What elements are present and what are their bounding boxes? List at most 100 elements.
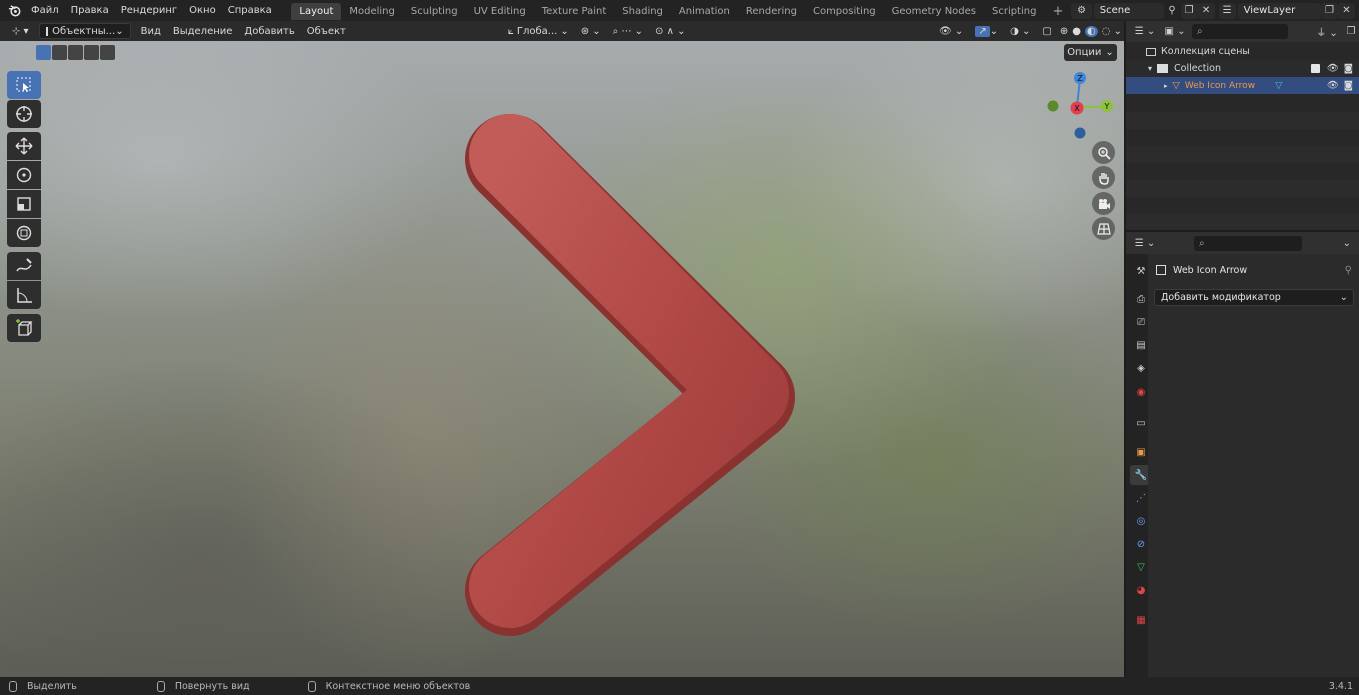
mode-dropdown[interactable]: Объектны... ⌄ — [38, 23, 131, 39]
chevron-down-icon[interactable]: ⌄ — [1343, 238, 1351, 249]
grid-perspective-icon[interactable] — [1092, 217, 1115, 240]
select-subtract-icon[interactable] — [68, 45, 83, 60]
pan-hand-icon[interactable] — [1092, 166, 1115, 189]
outliner-row-web-icon-arrow[interactable]: ▸ ▽ Web Icon Arrow ▽ 👁 ◙ — [1126, 77, 1359, 94]
menu-edit[interactable]: Правка — [65, 0, 115, 21]
exclude-checkbox[interactable] — [1310, 64, 1320, 73]
transform-icon[interactable] — [7, 219, 41, 247]
select-invert-icon[interactable] — [84, 45, 99, 60]
scene-selector-icon[interactable]: ⚙ — [1071, 2, 1092, 19]
object-mode-icon — [45, 26, 49, 36]
select-box-icon[interactable] — [7, 71, 41, 99]
menu-window[interactable]: Окно — [183, 0, 222, 21]
pin-icon[interactable]: ⚲ — [1345, 265, 1352, 276]
annotate-icon[interactable] — [7, 252, 41, 280]
menu-object[interactable]: Объект — [301, 23, 352, 39]
tab-sculpting[interactable]: Sculpting — [403, 3, 466, 20]
new-view-layer-icon[interactable]: ❐ — [1321, 2, 1338, 19]
select-intersect-icon[interactable] — [100, 45, 115, 60]
measure-icon[interactable] — [7, 281, 41, 309]
gizmo-z-label: Z — [1077, 74, 1083, 83]
tab-rendering[interactable]: Rendering — [738, 3, 805, 20]
status-rotate-view: Повернуть вид — [174, 680, 250, 692]
outliner-panel: ☰ ⌄ ▣ ⌄ ⌕ ⏚ ⌄ ❐ Коллекция сцены ▾ Collec… — [1126, 21, 1359, 230]
tab-compositing[interactable]: Compositing — [805, 3, 884, 20]
transform-orientation-dropdown[interactable]: ⟀ Глоба... ⌄ — [502, 23, 575, 39]
version-label: 3.4.1 — [1328, 680, 1353, 692]
filter-icon[interactable]: ⏚ ⌄ — [1315, 24, 1339, 40]
pin-scene-icon[interactable]: ⚲ — [1164, 3, 1181, 19]
options-button[interactable]: Опции ⌄ — [1064, 44, 1117, 61]
tab-scripting[interactable]: Scripting — [984, 3, 1044, 20]
tab-shading[interactable]: Shading — [614, 3, 671, 20]
add-cube-icon[interactable] — [7, 314, 41, 342]
proportional-edit-icon[interactable]: ⊙ ∧ ⌄ — [649, 23, 691, 39]
view-layer-field[interactable]: ViewLayer — [1237, 2, 1321, 19]
object-name-row: Web Icon Arrow ⚲ — [1156, 262, 1352, 278]
navigation-gizmo[interactable]: Z Y X — [1040, 67, 1120, 147]
menu-add[interactable]: Добавить — [238, 23, 300, 39]
display-mode-icon[interactable]: ▣ ⌄ — [1162, 24, 1188, 40]
shading-material-icon[interactable]: ◐ — [1083, 23, 1100, 39]
delete-scene-icon[interactable]: ✕ — [1197, 2, 1215, 19]
view-layer-icon[interactable]: ☰ — [1218, 2, 1236, 19]
expand-icon[interactable]: ▾ — [1148, 64, 1152, 73]
tab-animation[interactable]: Animation — [671, 3, 738, 20]
eye-icon[interactable]: 👁 — [1327, 80, 1339, 91]
menu-render[interactable]: Рендеринг — [115, 0, 183, 21]
snap-icon[interactable]: ⌕ ⋯ ⌄ — [607, 23, 649, 39]
gizmo-y-label: Y — [1104, 102, 1110, 111]
pivot-point-icon[interactable]: ⊛ ⌄ — [575, 23, 607, 39]
expand-icon[interactable]: ▸ — [1164, 82, 1168, 90]
scene-name-field[interactable]: Scene — [1093, 2, 1164, 19]
select-new-icon[interactable] — [36, 45, 51, 60]
web-icon-arrow-object[interactable] — [440, 101, 820, 641]
gizmo-toggle-icon[interactable]: ↗ ⌄ — [969, 23, 1004, 39]
tab-layout[interactable]: Layout — [291, 3, 342, 20]
tab-geometry-nodes[interactable]: Geometry Nodes — [884, 3, 984, 20]
render-camera-icon[interactable]: ◙ — [1344, 80, 1353, 91]
tab-texture-paint[interactable]: Texture Paint — [534, 3, 615, 20]
outliner-row-scene-collection[interactable]: Коллекция сцены — [1126, 43, 1359, 60]
new-scene-icon[interactable]: ❐ — [1180, 2, 1198, 19]
options-label: Опции — [1067, 47, 1102, 58]
xray-toggle-icon[interactable]: ▢ — [1036, 23, 1057, 39]
cursor-icon[interactable] — [7, 100, 41, 128]
move-icon[interactable] — [7, 132, 41, 160]
tab-uv-editing[interactable]: UV Editing — [466, 3, 534, 20]
scene-collection-icon — [1146, 47, 1156, 56]
overlay-toggle-icon[interactable]: ◑ ⌄ — [1004, 23, 1036, 39]
shading-rendered-icon[interactable]: ◌ ⌄ — [1100, 23, 1124, 39]
menu-view[interactable]: Вид — [135, 23, 167, 39]
menu-help[interactable]: Справка — [222, 0, 278, 21]
editor-type-icon[interactable]: ⊹ ▾ — [6, 23, 35, 39]
gizmo-x-label: X — [1074, 104, 1080, 113]
add-modifier-dropdown[interactable]: Добавить модификатор ⌄ — [1154, 289, 1354, 306]
outliner-row-collection[interactable]: ▾ Collection 👁 ◙ — [1126, 60, 1359, 77]
collection-label: Collection — [1174, 63, 1222, 74]
new-collection-icon[interactable]: ❐ — [1343, 24, 1359, 40]
menu-file[interactable]: Файл — [25, 0, 65, 21]
eye-icon[interactable]: 👁 — [1327, 63, 1339, 74]
3d-viewport[interactable]: Опции ⌄ Z Y X — [0, 41, 1124, 677]
shading-solid-icon[interactable]: ● — [1070, 23, 1083, 39]
camera-icon[interactable] — [1092, 192, 1115, 215]
scale-icon[interactable] — [7, 190, 41, 218]
properties-editor-type-icon[interactable]: ☰ ⌄ — [1132, 235, 1158, 251]
mouse-left-icon — [9, 680, 17, 692]
select-extend-icon[interactable] — [52, 45, 67, 60]
add-workspace-button[interactable]: + — [1044, 3, 1071, 20]
blender-logo-icon[interactable] — [0, 0, 25, 21]
tab-modeling[interactable]: Modeling — [341, 3, 403, 20]
render-camera-icon[interactable]: ◙ — [1344, 63, 1353, 74]
zoom-icon[interactable] — [1092, 141, 1115, 164]
outliner-search-input[interactable]: ⌕ — [1192, 24, 1288, 39]
delete-view-layer-icon[interactable]: ✕ — [1338, 2, 1355, 19]
shading-wireframe-icon[interactable]: ⊕ — [1058, 23, 1070, 39]
rotate-icon[interactable] — [7, 161, 41, 189]
visibility-icon[interactable]: 👁 ⌄ — [933, 23, 969, 39]
properties-search-input[interactable]: ⌕ — [1194, 235, 1302, 251]
object-name-label: Web Icon Arrow — [1173, 264, 1248, 276]
outliner-editor-type-icon[interactable]: ☰ ⌄ — [1132, 24, 1158, 40]
menu-select[interactable]: Выделение — [167, 23, 239, 39]
